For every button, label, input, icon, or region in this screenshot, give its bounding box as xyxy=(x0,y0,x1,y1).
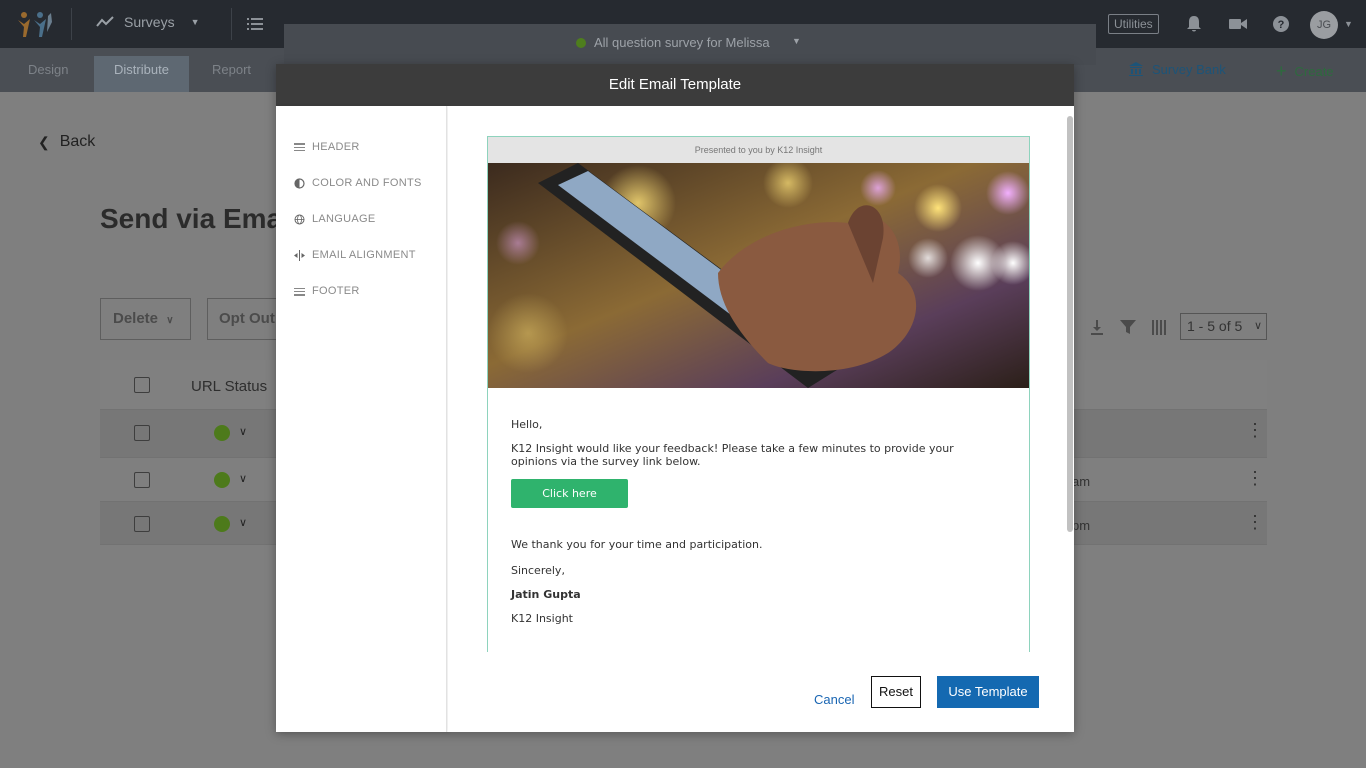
tab-design[interactable]: Design xyxy=(10,56,86,92)
opt-out-button[interactable]: Opt Out xyxy=(207,298,276,340)
cancel-button[interactable]: Cancel xyxy=(814,684,854,716)
create-button[interactable]: + Create xyxy=(1276,61,1334,82)
list-icon[interactable] xyxy=(246,15,264,33)
sidebar-item-color-and-fonts[interactable]: COLOR AND FONTS xyxy=(294,174,422,192)
status-dot xyxy=(214,516,230,532)
trend-icon xyxy=(96,16,114,27)
template-settings-sidebar: HEADER COLOR AND FONTS LANGUAGE EMAIL AL… xyxy=(276,106,447,732)
download-icon[interactable] xyxy=(1088,318,1106,336)
header-icon xyxy=(294,142,305,151)
modal-scrollbar[interactable] xyxy=(1067,116,1073,532)
alignment-icon xyxy=(294,249,305,261)
email-preview-area: Presented to you by K12 Insight Hello, K… xyxy=(448,106,1074,732)
back-label: Back xyxy=(59,133,96,150)
pagination-select[interactable]: 1 - 5 of 5 ∨ xyxy=(1180,313,1267,340)
sidebar-item-footer[interactable]: FOOTER xyxy=(294,282,360,300)
chevron-down-icon[interactable]: ▼ xyxy=(792,36,801,46)
divider xyxy=(71,8,72,40)
survey-name: All question survey for Melissa xyxy=(594,35,770,50)
chevron-down-icon[interactable]: ∨ xyxy=(239,425,247,438)
click-here-button[interactable]: Click here xyxy=(511,479,628,508)
contrast-icon xyxy=(294,177,305,189)
tab-report[interactable]: Report xyxy=(194,56,269,92)
chevron-down-icon: ∨ xyxy=(166,315,174,326)
email-thanks: We thank you for your time and participa… xyxy=(511,538,763,551)
surveys-nav-label: Surveys xyxy=(124,14,175,30)
sidebar-item-label: EMAIL ALIGNMENT xyxy=(312,249,416,261)
chevron-down-icon[interactable]: ∨ xyxy=(239,516,247,529)
help-icon[interactable]: ? xyxy=(1271,14,1291,34)
more-options-icon[interactable]: ⋮ xyxy=(1246,421,1264,439)
svg-text:?: ? xyxy=(1278,19,1285,31)
email-signoff: Sincerely, xyxy=(511,564,565,577)
chevron-down-icon[interactable]: ▼ xyxy=(1344,19,1353,29)
email-preview: Presented to you by K12 Insight Hello, K… xyxy=(487,136,1030,652)
filter-icon[interactable] xyxy=(1119,318,1137,336)
bank-icon xyxy=(1129,62,1143,76)
email-sender-name: Jatin Gupta xyxy=(511,588,581,601)
delete-dropdown-button[interactable]: Delete ∨ xyxy=(100,298,191,340)
row-time: pm xyxy=(1072,518,1091,533)
columns-icon[interactable] xyxy=(1150,318,1168,336)
survey-selector[interactable]: All question survey for Melissa ▼ xyxy=(284,24,1096,65)
chevron-down-icon: ▼ xyxy=(190,17,200,27)
edit-email-template-modal: Edit Email Template HEADER COLOR AND FON… xyxy=(276,64,1074,732)
sidebar-item-label: FOOTER xyxy=(312,285,360,297)
survey-status-dot xyxy=(576,38,586,48)
plus-icon: + xyxy=(1276,61,1287,81)
page-title: Send via Ema xyxy=(100,203,276,234)
status-dot xyxy=(214,425,230,441)
reset-button[interactable]: Reset xyxy=(871,676,921,708)
more-options-icon[interactable]: ⋮ xyxy=(1246,469,1264,487)
sidebar-item-header[interactable]: HEADER xyxy=(294,138,360,156)
tab-distribute[interactable]: Distribute xyxy=(94,56,189,92)
more-options-icon[interactable]: ⋮ xyxy=(1246,513,1264,531)
user-avatar[interactable]: JG xyxy=(1310,11,1338,39)
email-greeting: Hello, xyxy=(511,418,543,431)
sidebar-item-label: COLOR AND FONTS xyxy=(312,177,422,189)
surveys-nav-button[interactable]: Surveys ▼ xyxy=(96,14,200,30)
row-checkbox[interactable] xyxy=(134,516,150,532)
k12-logo[interactable] xyxy=(14,10,58,38)
sidebar-item-email-alignment[interactable]: EMAIL ALIGNMENT xyxy=(294,246,416,264)
back-link[interactable]: ❮ Back xyxy=(38,133,95,151)
sidebar-item-label: LANGUAGE xyxy=(312,213,376,225)
email-body-line-2: opinions via the survey link below. xyxy=(511,455,701,468)
delete-label: Delete xyxy=(113,310,159,327)
chevron-left-icon: ❮ xyxy=(38,133,50,150)
row-checkbox[interactable] xyxy=(134,425,150,441)
row-time: am xyxy=(1072,474,1091,489)
email-body-line-1: K12 Insight would like your feedback! Pl… xyxy=(511,442,954,455)
status-dot xyxy=(214,472,230,488)
select-all-checkbox[interactable] xyxy=(134,377,150,393)
chevron-down-icon: ∨ xyxy=(1253,320,1262,332)
survey-bank-link[interactable]: Survey Bank xyxy=(1128,61,1226,77)
row-checkbox[interactable] xyxy=(134,472,150,488)
modal-title: Edit Email Template xyxy=(276,64,1074,106)
survey-bank-label: Survey Bank xyxy=(1152,61,1226,77)
presented-by-banner: Presented to you by K12 Insight xyxy=(488,137,1029,163)
pagination-label: 1 - 5 of 5 xyxy=(1187,318,1243,334)
divider xyxy=(231,8,232,40)
footer-icon xyxy=(294,287,305,296)
sidebar-item-language[interactable]: LANGUAGE xyxy=(294,210,376,228)
url-status-header: URL Status xyxy=(191,378,268,395)
email-header-image xyxy=(488,163,1029,388)
chevron-down-icon[interactable]: ∨ xyxy=(239,472,247,485)
email-sender-org: K12 Insight xyxy=(511,612,573,625)
use-template-button[interactable]: Use Template xyxy=(937,676,1039,708)
globe-icon xyxy=(294,214,305,224)
sidebar-item-label: HEADER xyxy=(312,141,360,153)
video-icon[interactable] xyxy=(1228,14,1248,34)
bell-icon[interactable] xyxy=(1184,14,1204,34)
utilities-button[interactable]: Utilities xyxy=(1108,14,1159,34)
create-label: Create xyxy=(1294,64,1334,79)
